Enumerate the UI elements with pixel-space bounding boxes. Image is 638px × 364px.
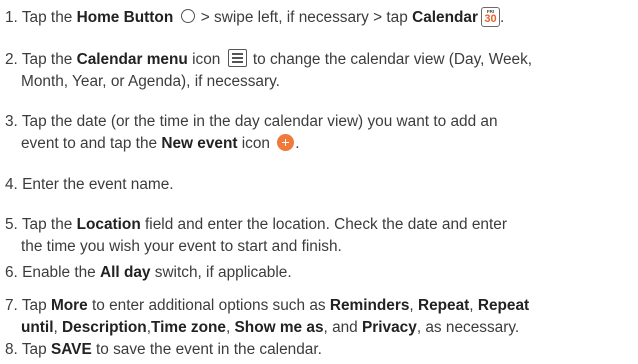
calendar-menu-label: Calendar menu: [76, 51, 188, 68]
step-text: Tap the: [21, 9, 77, 26]
step-text: field and enter the location. Check the …: [140, 216, 507, 233]
step-6: 6. Enable the All day switch, if applica…: [5, 262, 633, 284]
privacy-label: Privacy: [362, 319, 417, 336]
show-me-as-label: Show me as: [234, 319, 324, 336]
reminders-label: Reminders: [329, 297, 410, 314]
home-circle-icon: [180, 9, 195, 23]
description-label: Description: [62, 319, 147, 336]
repeat-until-label-part1: Repeat: [477, 297, 530, 314]
step-number: 1.: [5, 9, 18, 26]
repeat-until-label-part2: until: [21, 319, 54, 336]
step-text: .: [295, 135, 300, 152]
calendar-label: Calendar: [412, 9, 478, 26]
step-text: , as necessary.: [416, 319, 520, 336]
step-text-continued: the time you wish your event to start an…: [21, 238, 342, 255]
step-text: icon: [187, 51, 225, 68]
step-text: to change the calendar view (Day, Week,: [248, 51, 533, 68]
step-text: to save the event in the calendar.: [91, 341, 322, 358]
step-1: 1. Tap the Home Button > swipe left, if …: [5, 7, 633, 29]
step-text: Tap the: [21, 216, 77, 233]
all-day-label: All day: [100, 264, 151, 281]
calendar-app-icon: FRI 30: [480, 7, 500, 27]
step-text: ,: [225, 319, 235, 336]
step-text: ,: [469, 297, 478, 314]
step-number: 3.: [5, 113, 18, 130]
step-number: 8.: [5, 341, 18, 358]
step-text: icon: [237, 135, 275, 152]
step-number: 7.: [5, 297, 18, 314]
step-2: 2. Tap the Calendar menu icon to change …: [5, 49, 633, 93]
step-text: Tap: [21, 341, 51, 358]
calendar-icon-date: 30: [484, 13, 497, 25]
step-text-continued: event to and tap the New event icon .: [5, 133, 633, 155]
step-text: , and: [323, 319, 363, 336]
step-8: 8. Tap SAVE to save the event in the cal…: [5, 339, 633, 361]
repeat-label: Repeat: [417, 297, 470, 314]
step-text: Enable the: [22, 264, 100, 281]
step-3: 3. Tap the date (or the time in the day …: [5, 111, 633, 155]
step-text: ,: [409, 297, 418, 314]
step-number: 5.: [5, 216, 18, 233]
step-text: > swipe left, if necessary > tap: [196, 9, 413, 26]
save-label: SAVE: [50, 341, 92, 358]
step-text-continued: Month, Year, or Agenda), if necessary.: [21, 73, 280, 90]
step-text: event to and tap the: [21, 135, 162, 152]
step-4: 4. Enter the event name.: [5, 174, 633, 196]
plus-circle-icon: [277, 134, 295, 151]
step-number: 6.: [5, 264, 18, 281]
step-7: 7. Tap More to enter additional options …: [5, 295, 633, 339]
instruction-list: 1. Tap the Home Button > swipe left, if …: [0, 0, 638, 364]
step-text: Tap the date (or the time in the day cal…: [21, 113, 498, 130]
menu-icon: [227, 49, 247, 67]
step-number: 2.: [5, 51, 18, 68]
step-text: switch, if applicable.: [150, 264, 292, 281]
step-text: to enter additional options such as: [87, 297, 330, 314]
step-text: Enter the event name.: [22, 176, 174, 193]
step-number: 4.: [5, 176, 18, 193]
step-text: Tap the: [21, 51, 77, 68]
location-label: Location: [76, 216, 141, 233]
step-5: 5. Tap the Location field and enter the …: [5, 214, 633, 258]
home-button-label: Home Button: [76, 9, 174, 26]
step-text: ,: [53, 319, 63, 336]
step-text: Tap: [21, 297, 51, 314]
step-text-continued: until, Description,Time zone, Show me as…: [5, 317, 633, 339]
time-zone-label: Time zone: [151, 319, 226, 336]
new-event-label: New event: [161, 135, 238, 152]
more-label: More: [50, 297, 88, 314]
